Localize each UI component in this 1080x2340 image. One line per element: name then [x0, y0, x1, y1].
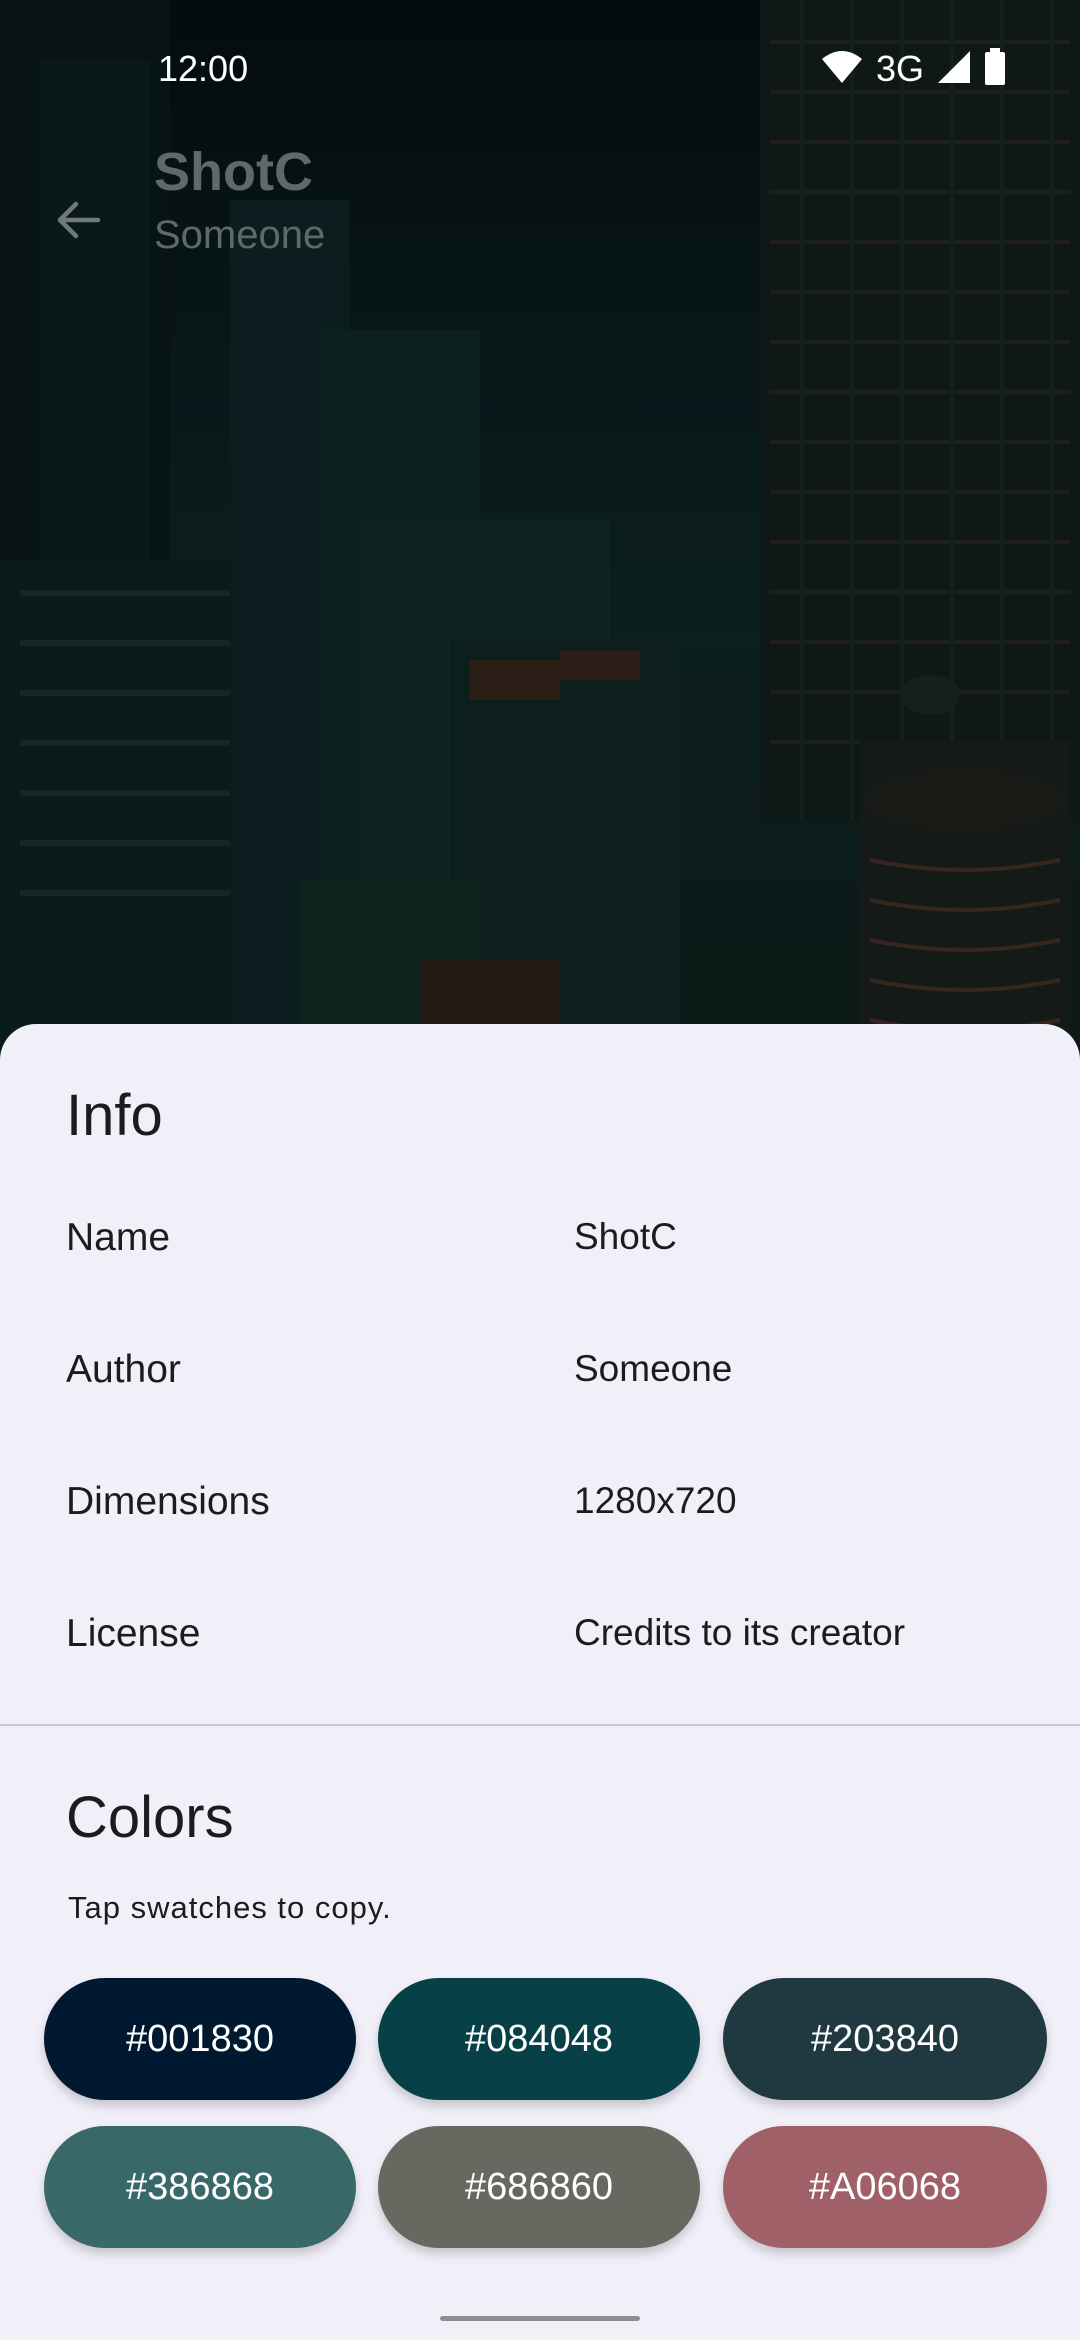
info-row-name: Name ShotC [0, 1216, 1080, 1296]
battery-icon [984, 48, 1006, 90]
info-value: 1280x720 [574, 1480, 737, 1521]
color-swatch[interactable]: #203840 [723, 1978, 1047, 2100]
gesture-navigation-bar[interactable] [440, 2316, 640, 2321]
color-swatch[interactable]: #A06068 [723, 2126, 1047, 2248]
info-label: Author [66, 1348, 181, 1391]
info-label: Name [66, 1216, 171, 1259]
color-swatch[interactable]: #386868 [44, 2126, 356, 2248]
info-bottom-sheet: Info Name ShotC Author Someone Dimension… [0, 1024, 1080, 2340]
colors-hint: Tap swatches to copy. [68, 1890, 392, 1925]
info-section-title: Info [66, 1083, 163, 1148]
info-row-author: Author Someone [0, 1348, 1080, 1428]
status-icons: 3G [820, 48, 1006, 90]
info-row-license: License Credits to its creator [0, 1612, 1080, 1692]
info-label: License [66, 1612, 201, 1655]
page-title: ShotC [154, 142, 313, 202]
page-subtitle: Someone [154, 212, 326, 257]
info-row-dimensions: Dimensions 1280x720 [0, 1480, 1080, 1560]
info-value: Credits to its creator [574, 1612, 906, 1653]
section-divider [0, 1724, 1080, 1726]
cellular-signal-icon [936, 49, 972, 89]
wifi-icon [820, 49, 864, 89]
title-block: ShotC Someone [154, 140, 325, 258]
colors-section-title: Colors [66, 1785, 234, 1850]
status-time: 12:00 [158, 48, 249, 89]
color-swatch[interactable]: #084048 [378, 1978, 700, 2100]
color-swatch[interactable]: #001830 [44, 1978, 356, 2100]
color-swatch[interactable]: #686860 [378, 2126, 700, 2248]
info-label: Dimensions [66, 1480, 270, 1523]
arrow-back-icon [54, 196, 102, 248]
back-button[interactable] [40, 184, 116, 260]
info-value: Someone [574, 1348, 733, 1389]
network-type-label: 3G [875, 48, 924, 89]
info-value: ShotC [574, 1216, 677, 1257]
status-bar: 12:00 3G [0, 0, 1080, 140]
